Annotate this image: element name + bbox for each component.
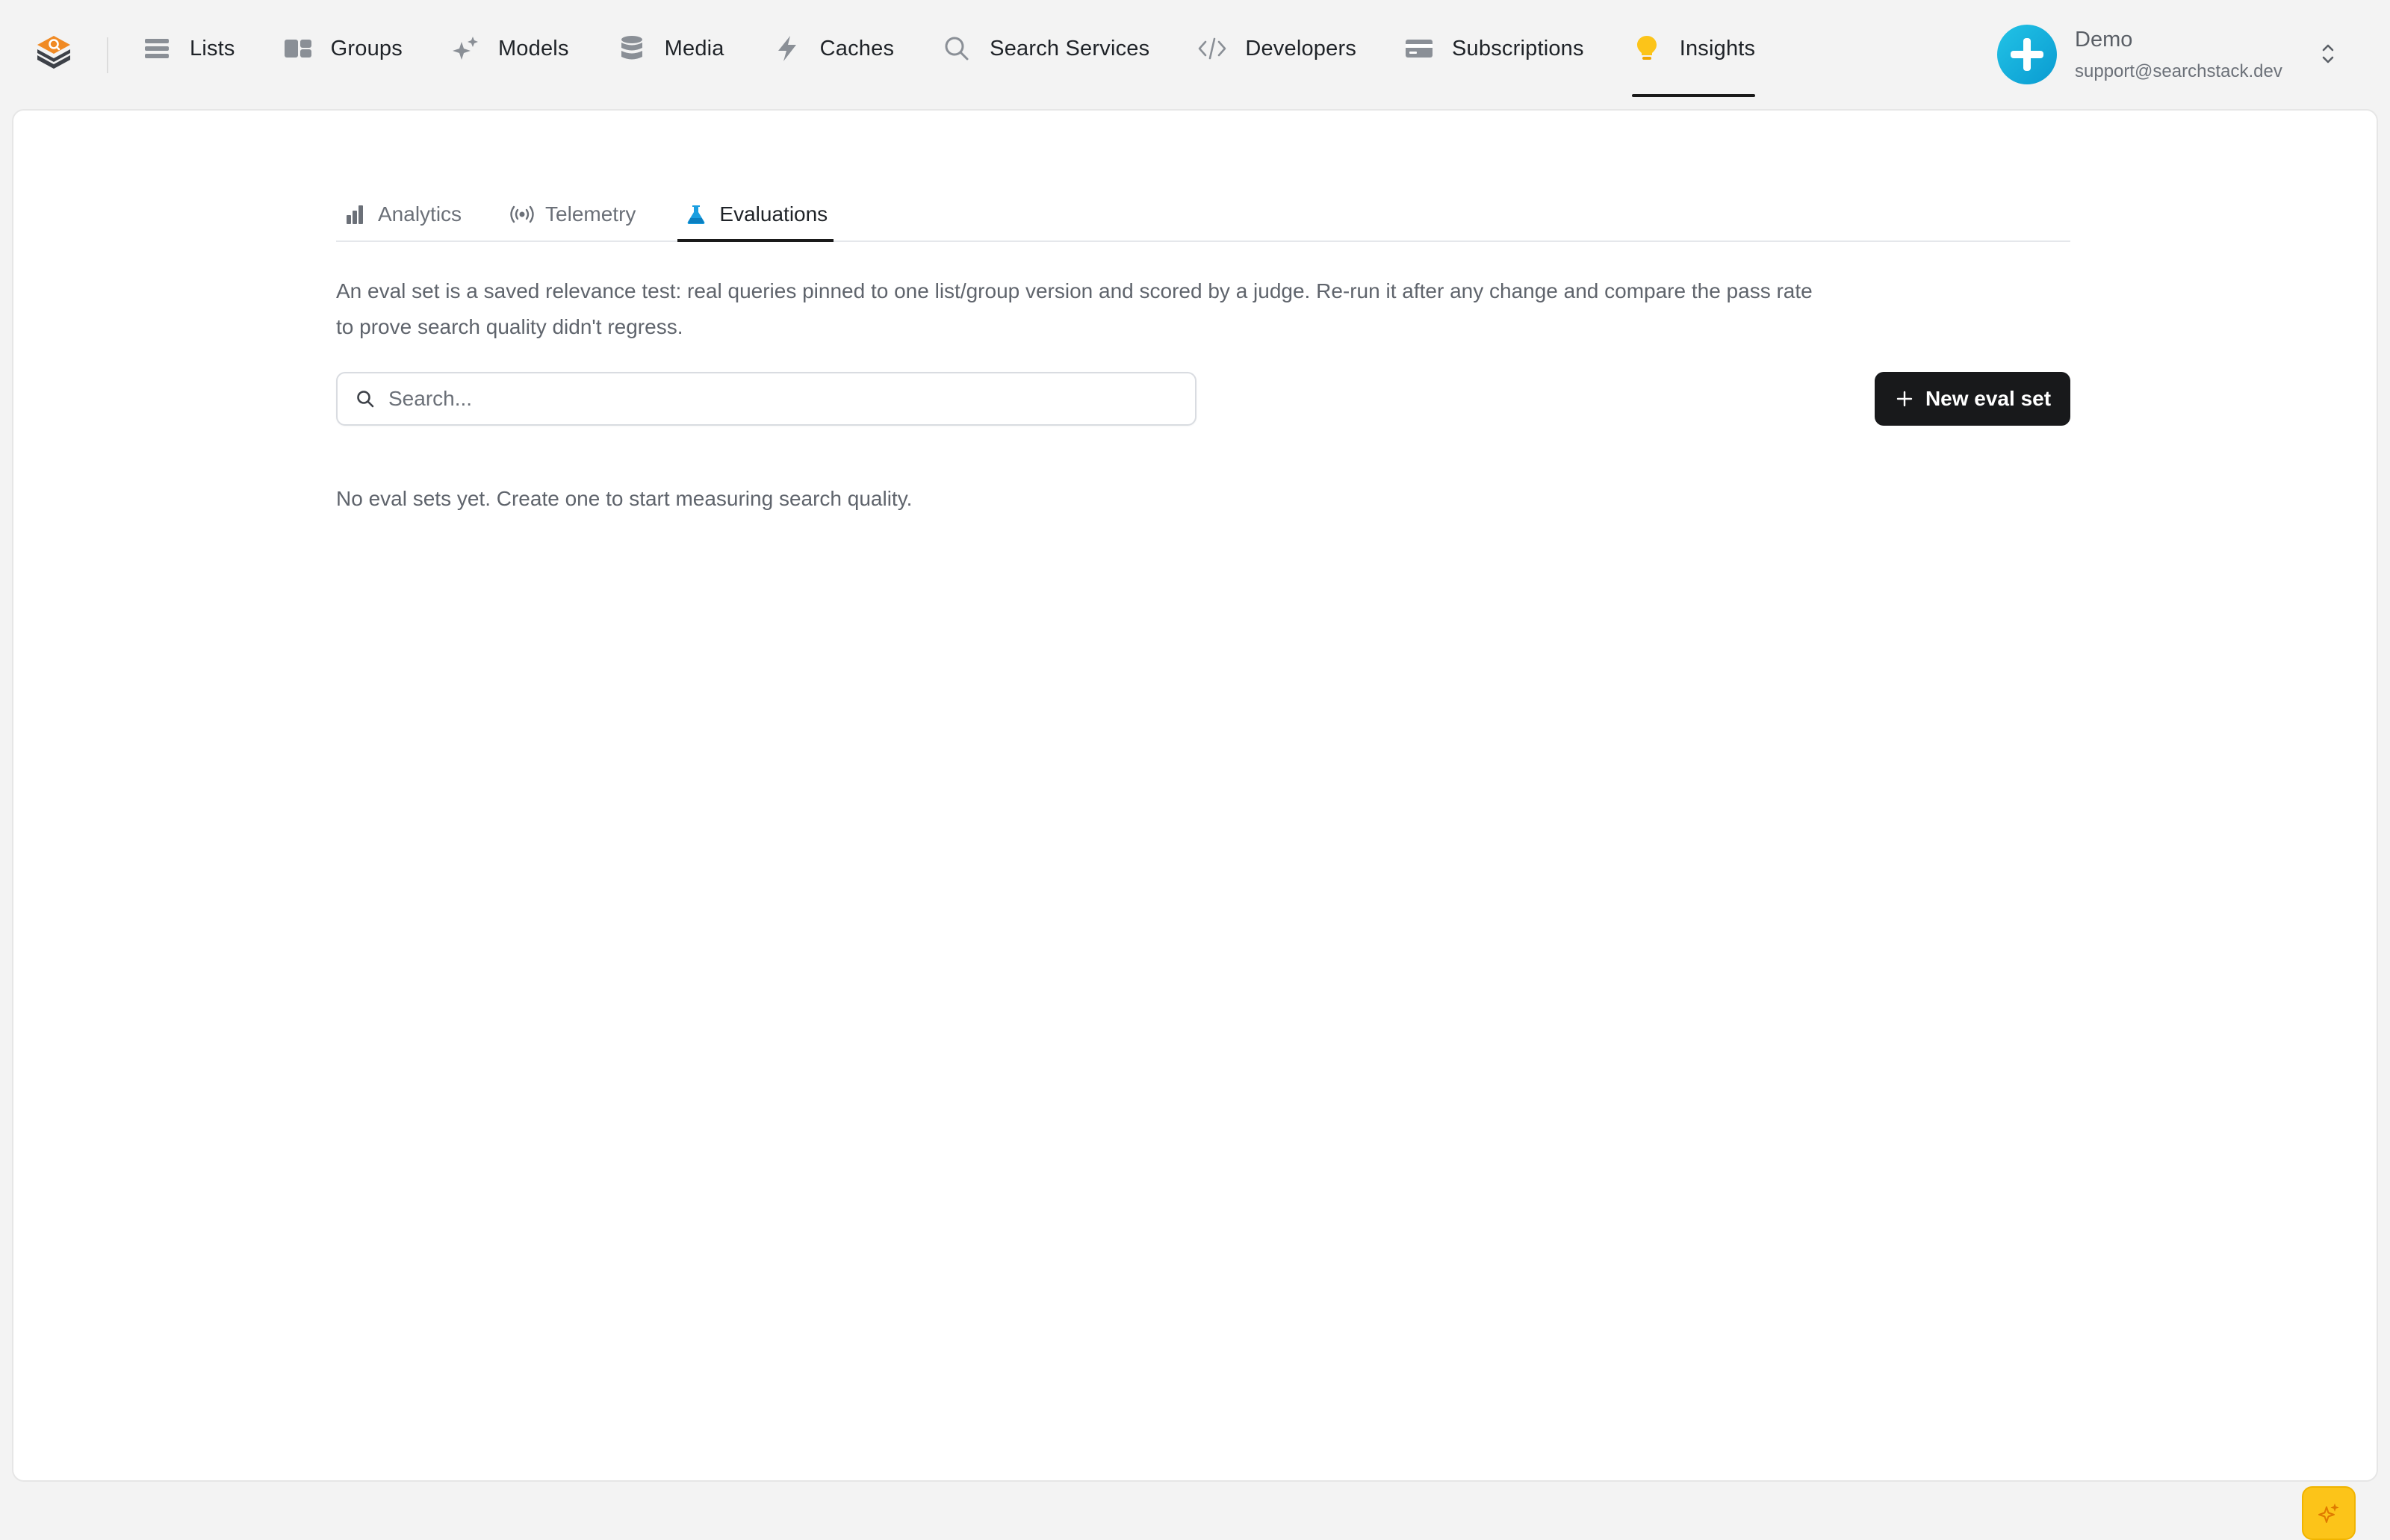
evaluations-description: An eval set is a saved relevance test: r… <box>336 279 1813 338</box>
nav-item-label: Search Services <box>990 36 1150 60</box>
tab-analytics[interactable]: Analytics <box>336 188 468 240</box>
code-icon <box>1197 34 1227 63</box>
tab-label: Evaluations <box>719 202 828 226</box>
nav-item-label: Insights <box>1679 36 1756 60</box>
bolt-icon <box>772 34 802 63</box>
nav-item-label: Subscriptions <box>1452 36 1584 60</box>
list-icon <box>142 34 172 63</box>
nav-item-insights[interactable]: Insights <box>1631 0 1756 97</box>
top-navigation-bar: Lists Groups Models Media Caches Search … <box>0 0 2390 109</box>
nav-item-label: Media <box>664 36 724 60</box>
nav-item-developers[interactable]: Developers <box>1197 0 1356 97</box>
nav-item-groups[interactable]: Groups <box>283 0 403 97</box>
account-switcher[interactable]: Demo support@searchstack.dev <box>1997 24 2334 85</box>
new-eval-set-label: New eval set <box>1925 387 2052 410</box>
nav-item-label: Lists <box>190 36 235 60</box>
nav-item-search-services[interactable]: Search Services <box>942 0 1149 97</box>
bar-chart-icon <box>342 202 367 227</box>
nav-item-subscriptions[interactable]: Subscriptions <box>1404 0 1584 97</box>
lightbulb-icon <box>1632 34 1662 63</box>
search-icon <box>942 34 972 63</box>
account-email: support@searchstack.dev <box>2075 60 2282 81</box>
account-name: Demo <box>2075 27 2133 52</box>
tab-label: Telemetry <box>545 202 636 226</box>
avatar <box>1997 25 2057 84</box>
tab-label: Analytics <box>378 202 462 226</box>
search-field[interactable] <box>336 372 1196 426</box>
chevron-up-down-icon <box>2320 40 2336 71</box>
nav-item-models[interactable]: Models <box>450 0 569 97</box>
search-input[interactable] <box>388 387 1135 411</box>
plus-icon <box>1894 388 1915 409</box>
account-text: Demo support@searchstack.dev <box>2075 28 2282 82</box>
plus-icon <box>2011 38 2043 71</box>
nav-item-media[interactable]: Media <box>617 0 724 97</box>
insights-tabs: Analytics Telemetry Evaluations <box>336 188 2070 242</box>
nav-item-label: Caches <box>819 36 895 60</box>
main-nav: Lists Groups Models Media Caches Search … <box>142 0 1803 97</box>
sparkles-icon <box>450 34 480 63</box>
nav-item-label: Developers <box>1245 36 1357 60</box>
ai-assistant-button[interactable] <box>2302 1486 2356 1540</box>
broadcast-icon <box>509 202 535 227</box>
search-icon <box>354 388 376 410</box>
tab-evaluations[interactable]: Evaluations <box>677 188 834 242</box>
empty-state-message: No eval sets yet. Create one to start me… <box>336 487 913 510</box>
credit-card-icon <box>1404 34 1434 63</box>
groups-icon <box>283 34 313 63</box>
main-panel: Analytics Telemetry Evaluations An eval … <box>12 109 2378 1540</box>
nav-item-caches[interactable]: Caches <box>772 0 895 97</box>
nav-item-label: Models <box>497 36 569 60</box>
nav-item-lists[interactable]: Lists <box>142 0 235 97</box>
tab-telemetry[interactable]: Telemetry <box>503 188 642 240</box>
nav-item-label: Groups <box>330 36 403 60</box>
database-icon <box>617 34 647 63</box>
flask-icon <box>683 202 709 227</box>
logo-divider <box>107 37 108 73</box>
app-logo-icon[interactable] <box>33 33 75 75</box>
new-eval-set-button[interactable]: New eval set <box>1875 372 2070 426</box>
sparkles-icon <box>2318 1503 2339 1523</box>
